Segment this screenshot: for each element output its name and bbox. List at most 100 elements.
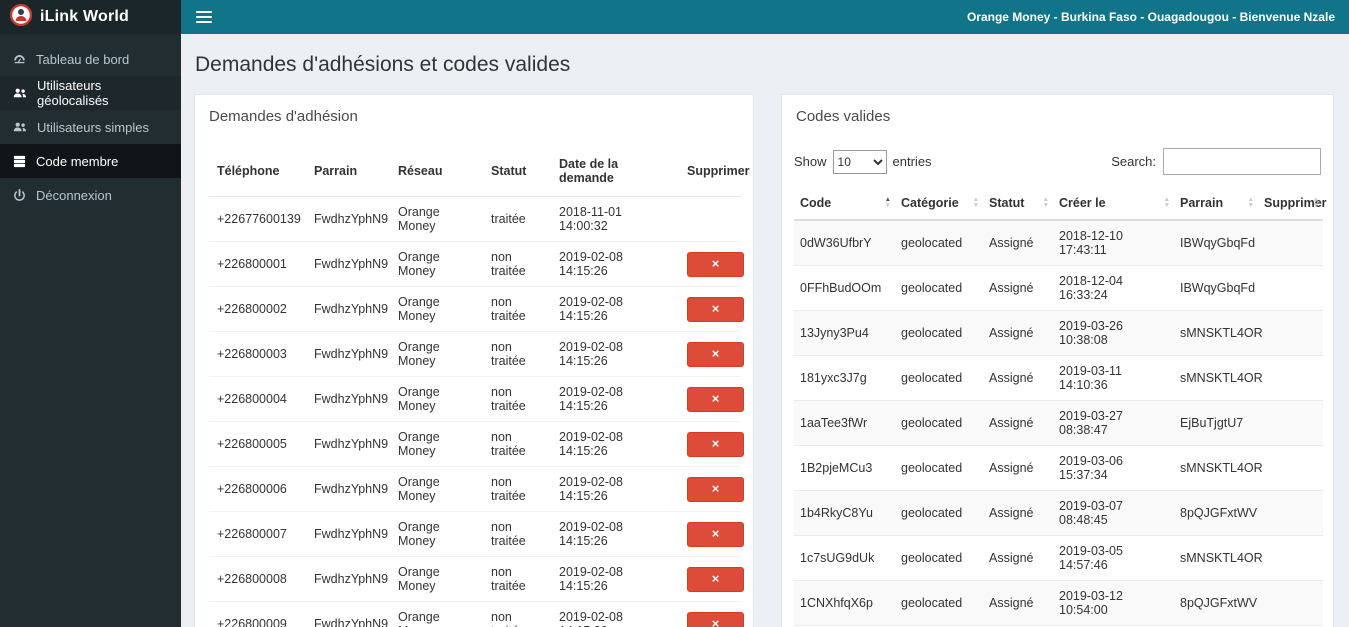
telephone-cell: +226800008 <box>209 556 306 602</box>
delete-adhesion-button[interactable]: × <box>687 431 744 457</box>
parrain-cell: 8pQJGFxtWV <box>1174 490 1258 536</box>
statut-cell: non traitée <box>483 466 551 512</box>
date-cell: 2019-02-08 14:15:26 <box>551 286 679 332</box>
code-cell: 1b4RkyC8Yu <box>794 490 895 536</box>
delete-adhesion-button[interactable]: × <box>687 341 744 367</box>
categorie-cell: geolocated <box>895 265 983 311</box>
codes-col-parrain[interactable]: Parrain <box>1174 187 1258 221</box>
parrain-cell: IBWqyGbqFd <box>1174 265 1258 311</box>
delete-adhesion-button[interactable]: × <box>687 386 744 412</box>
supprimer-cell: × <box>679 466 744 512</box>
supprimer-cell <box>1258 400 1323 446</box>
supprimer-cell: × <box>679 511 744 557</box>
supprimer-cell <box>1258 265 1323 311</box>
telephone-cell: +226800001 <box>209 241 306 287</box>
code-row: 1c7sUG9dUk geolocated Assigné 2019-03-05… <box>794 535 1323 581</box>
date-cell: 2019-02-08 14:15:26 <box>551 331 679 377</box>
codes-col-supprimer[interactable]: Supprimer <box>1258 187 1327 221</box>
statut-cell: Assigné <box>983 580 1053 626</box>
delete-adhesion-button[interactable]: × <box>687 521 744 547</box>
categorie-cell: geolocated <box>895 355 983 401</box>
codes-col-categorie[interactable]: Catégorie <box>895 187 983 221</box>
creer-le-cell: 2019-03-27 08:38:47 <box>1053 400 1174 446</box>
creer-le-cell: 2018-12-10 17:43:11 <box>1053 219 1174 266</box>
code-cell: 13Jyny3Pu4 <box>794 310 895 356</box>
show-label: Show <box>794 154 827 169</box>
adhesions-col-parrain: Parrain <box>306 146 390 197</box>
parrain-cell: sMNSKTL4OR <box>1174 355 1263 401</box>
x-icon: × <box>711 616 720 627</box>
creer-le-cell: 2019-03-06 15:37:34 <box>1053 445 1174 491</box>
delete-adhesion-button[interactable]: × <box>687 566 744 592</box>
adhesion-row: +226800003 FwdhzYphN9 Orange Money non t… <box>209 331 744 377</box>
telephone-cell: +22677600139 <box>209 196 306 242</box>
sidebar-toggle-button[interactable] <box>181 0 227 34</box>
telephone-cell: +226800003 <box>209 331 306 377</box>
code-cell: 0dW36UfbrY <box>794 219 895 266</box>
sort-icon <box>1313 197 1319 209</box>
sidebar-item-label: Utilisateurs géolocalisés <box>37 78 109 108</box>
codes-panel-title: Codes valides <box>796 108 891 125</box>
code-row: 181yxc3J7g geolocated Assigné 2019-03-11… <box>794 355 1323 401</box>
adhesions-col-date: Date de la demande <box>551 146 679 197</box>
parrain-cell: FwdhzYphN9 <box>306 556 390 602</box>
parrain-cell: EjBuTjgtU7 <box>1174 400 1258 446</box>
statut-cell: non traitée <box>483 376 551 422</box>
delete-adhesion-button[interactable]: × <box>687 476 744 502</box>
codes-col-code[interactable]: Code <box>794 187 895 221</box>
categorie-cell: geolocated <box>895 580 983 626</box>
delete-adhesion-button[interactable]: × <box>687 296 744 322</box>
reseau-cell: Orange Money <box>390 376 483 422</box>
codes-col-creer-le[interactable]: Créer le <box>1053 187 1174 221</box>
x-icon: × <box>711 301 720 316</box>
adhesions-panel: Demandes d'adhésion Téléphone Parrain Ré… <box>194 94 754 627</box>
adhesions-table-body: +22677600139 FwdhzYphN9 Orange Money tra… <box>209 196 744 627</box>
search-label: Search: <box>1111 154 1156 169</box>
creer-le-cell: 2019-03-12 10:54:00 <box>1053 580 1174 626</box>
reseau-cell: Orange Money <box>390 331 483 377</box>
adhesion-row: +226800007 FwdhzYphN9 Orange Money non t… <box>209 511 744 557</box>
adhesion-row: +226800005 FwdhzYphN9 Orange Money non t… <box>209 421 744 467</box>
statut-cell: Assigné <box>983 490 1053 536</box>
app-logo[interactable]: iLink World <box>0 0 181 34</box>
sidebar-item-utilisateurs-geolocalises[interactable]: Utilisateurs géolocalisés <box>0 76 181 110</box>
delete-adhesion-button[interactable]: × <box>687 611 744 627</box>
creer-le-cell: 2019-03-26 10:38:08 <box>1053 310 1174 356</box>
categorie-cell: geolocated <box>895 310 983 356</box>
code-row: 1aaTee3fWr geolocated Assigné 2019-03-27… <box>794 400 1323 446</box>
users-icon <box>13 88 27 98</box>
sidebar-item-utilisateurs-simples[interactable]: Utilisateurs simples <box>0 110 181 144</box>
delete-adhesion-button[interactable]: × <box>687 251 744 277</box>
parrain-cell: FwdhzYphN9 <box>306 196 390 242</box>
code-cell: 1CNXhfqX6p <box>794 580 895 626</box>
adhesion-row: +226800002 FwdhzYphN9 Orange Money non t… <box>209 286 744 332</box>
telephone-cell: +226800007 <box>209 511 306 557</box>
statut-cell: non traitée <box>483 331 551 377</box>
categorie-cell: geolocated <box>895 535 983 581</box>
codes-panel: Codes valides Show 10 entries Search: Co… <box>781 94 1334 627</box>
reseau-cell: Orange Money <box>390 196 483 242</box>
code-cell: 1B2pjeMCu3 <box>794 445 895 491</box>
ilink-logo-icon <box>9 3 33 31</box>
reseau-cell: Orange Money <box>390 556 483 602</box>
statut-cell: non traitée <box>483 241 551 287</box>
adhesion-row: +226800004 FwdhzYphN9 Orange Money non t… <box>209 376 744 422</box>
sidebar-item-tableau-de-bord[interactable]: Tableau de bord <box>0 42 181 76</box>
creer-le-cell: 2019-03-05 14:57:46 <box>1053 535 1174 581</box>
codes-col-statut[interactable]: Statut <box>983 187 1053 221</box>
search-input[interactable] <box>1163 148 1321 175</box>
sidebar-item-label: Utilisateurs simples <box>37 119 149 135</box>
statut-cell: Assigné <box>983 355 1053 401</box>
statut-cell: Assigné <box>983 535 1053 581</box>
sidebar-item-code-membre[interactable]: Code membre <box>0 144 181 178</box>
code-row: 0dW36UfbrY geolocated Assigné 2018-12-10… <box>794 219 1323 266</box>
adhesion-row: +226800009 FwdhzYphN9 Orange Money non t… <box>209 601 744 627</box>
main-content: Demandes d'adhésions et codes valides De… <box>181 34 1349 627</box>
codes-table-body: 0dW36UfbrY geolocated Assigné 2018-12-10… <box>794 219 1323 627</box>
page-length-select[interactable]: 10 <box>832 149 887 174</box>
supprimer-cell: × <box>679 421 744 467</box>
date-cell: 2018-11-01 14:00:32 <box>551 196 679 242</box>
sidebar-item-deconnexion[interactable]: Déconnexion <box>0 178 181 212</box>
adhesion-row: +226800008 FwdhzYphN9 Orange Money non t… <box>209 556 744 602</box>
supprimer-cell <box>1258 445 1323 491</box>
